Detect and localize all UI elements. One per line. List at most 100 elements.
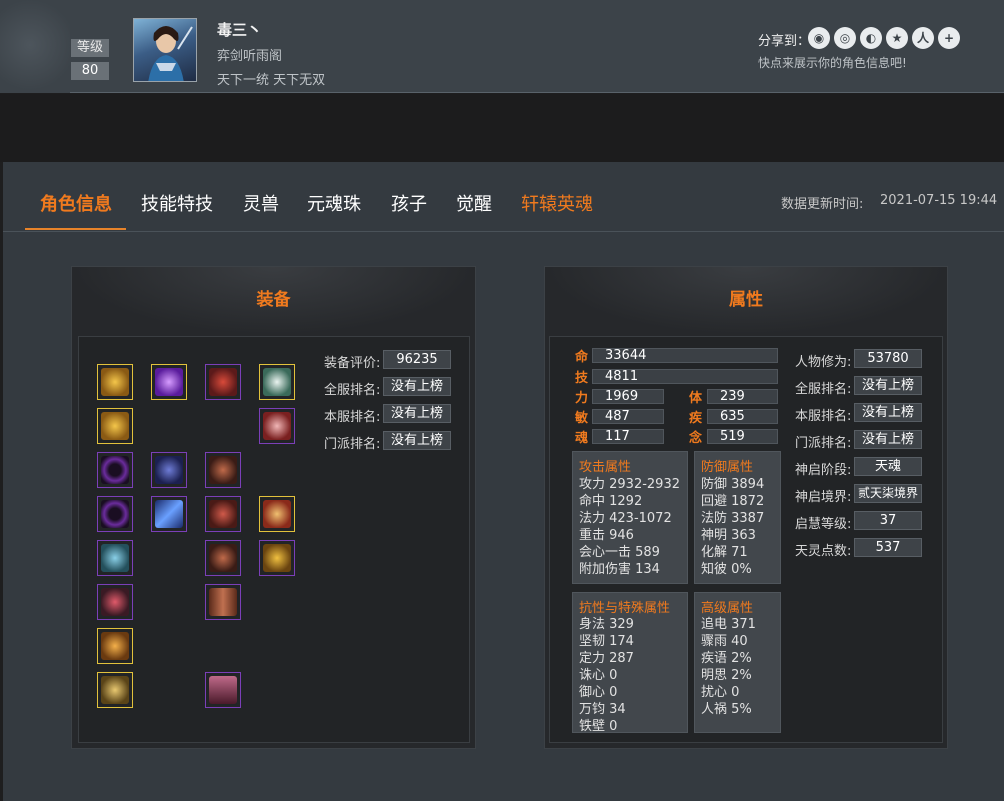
rank-sect-value: 没有上榜: [383, 431, 451, 450]
header-spacer: [0, 94, 1004, 162]
tab-soul-beads[interactable]: 元魂珠: [307, 190, 361, 216]
soul-label: 魂: [575, 431, 589, 446]
equip-slot-hidden-weapon[interactable]: [97, 584, 133, 620]
defense-line: 知彼 0%: [701, 562, 752, 577]
equip-slot-shoulder[interactable]: [151, 452, 187, 488]
rank-server-value: 没有上榜: [383, 404, 451, 423]
renren-icon[interactable]: 人: [912, 27, 934, 49]
attack-line: 附加伤害 134: [579, 562, 660, 577]
score-label: 装备评价:: [324, 356, 381, 371]
rank-sect-value: 没有上榜: [854, 430, 922, 449]
mp-value: 4811: [592, 369, 778, 384]
tab-awakening[interactable]: 觉醒: [456, 190, 492, 216]
active-tab-indicator: [25, 228, 126, 230]
resist-stats-box: 抗性与特殊属性 身法 329 坚韧 174 定力 287 诛心 0 御心 0 万…: [572, 592, 688, 734]
rank-server-label: 本服排名:: [795, 409, 852, 424]
cultivation-label: 人物修为:: [795, 355, 852, 370]
mind-value: 519: [707, 429, 778, 444]
avatar-portrait-icon: [148, 26, 193, 81]
divine-stage-label: 神启阶段:: [795, 463, 852, 478]
tab-children[interactable]: 孩子: [391, 190, 427, 216]
equip-slot-necklace[interactable]: [97, 452, 133, 488]
rank-server-value: 没有上榜: [854, 403, 922, 422]
tab-pets[interactable]: 灵兽: [243, 190, 279, 216]
tab-character-info[interactable]: 角色信息: [40, 190, 112, 216]
equip-slot-armor[interactable]: [205, 452, 241, 488]
advanced-stats-box: 高级属性 追电 371 骤雨 40 疾语 2% 明思 2% 扰心 0 人祸 5%: [694, 592, 781, 733]
con-label: 体: [689, 391, 703, 406]
spd-label: 疾: [689, 411, 703, 426]
hp-value: 33644: [592, 348, 778, 363]
update-time-value: 2021-07-15 19:44: [880, 193, 998, 208]
spd-value: 635: [707, 409, 778, 424]
equip-slot-mount[interactable]: [97, 628, 133, 664]
equip-slot-boots[interactable]: [205, 672, 241, 708]
equip-slot-belt-ring[interactable]: [97, 496, 133, 532]
wisdom-level-value: 37: [854, 511, 922, 530]
spirit-points-value: 537: [854, 538, 922, 557]
share-hint: 快点来展示你的角色信息吧!: [758, 56, 907, 70]
more-plus-icon[interactable]: +: [938, 27, 960, 49]
equip-slot-orb[interactable]: [151, 364, 187, 400]
wisdom-level-label: 启慧等级:: [795, 517, 852, 532]
equip-slot-bracer[interactable]: [97, 540, 133, 576]
defense-stats-box: 防御属性 防御 3894 回避 1872 法防 3387 神明 363 化解 7…: [694, 451, 781, 584]
equip-slot-weapon[interactable]: [151, 496, 187, 532]
advanced-line: 人祸 5%: [701, 702, 752, 717]
weibo-icon[interactable]: ◐: [860, 27, 882, 49]
player-motto: 天下一统 天下无双: [217, 73, 326, 88]
attributes-title: 属性: [729, 290, 763, 310]
equip-slot-helmet[interactable]: [205, 364, 241, 400]
update-time-label: 数据更新时间:: [781, 197, 864, 212]
resist-line: 铁壁 0: [579, 719, 618, 734]
wechat-icon[interactable]: ◉: [808, 27, 830, 49]
equip-slot-gloves[interactable]: [205, 496, 241, 532]
divine-realm-value: 贰天柒境界: [854, 484, 922, 503]
attributes-inner: 命 33644 技 4811 力 1969 体 239 敏 487 疾 635 …: [549, 336, 943, 743]
rank-all-value: 没有上榜: [383, 377, 451, 396]
equip-slot-gauntlet[interactable]: [259, 540, 295, 576]
divine-stage-value: 天魂: [854, 457, 922, 476]
player-guild: 弈剑听雨阁: [217, 49, 283, 64]
equip-slot-mask[interactable]: [259, 408, 295, 444]
con-value: 239: [707, 389, 778, 404]
header-ornament: [0, 0, 70, 93]
character-avatar[interactable]: [133, 18, 197, 82]
mp-label: 技: [575, 371, 589, 386]
divine-realm-label: 神启境界:: [795, 490, 852, 505]
equipment-inner: 装备评价: 96235 全服排名: 没有上榜 本服排名: 没有上榜 门派排名: …: [78, 336, 470, 743]
str-label: 力: [575, 391, 589, 406]
tab-xuanyuan-heroes[interactable]: 轩辕英魂: [521, 190, 593, 216]
score-value: 96235: [383, 350, 451, 369]
attack-stats-box: 攻击属性 攻力 2932-2932 命中 1292 法力 423-1072 重击…: [572, 451, 688, 584]
equipment-panel: 装备 装备评价: 96235 全服排名: 没有上榜 本服排名: 没有上榜 门派排…: [71, 266, 476, 749]
qq-icon[interactable]: ◎: [834, 27, 856, 49]
equip-slot-fashion[interactable]: [97, 672, 133, 708]
equip-slot-wing[interactable]: [259, 364, 295, 400]
equipment-title: 装备: [256, 290, 291, 310]
soul-value: 117: [592, 429, 664, 444]
level-label: 等级: [71, 39, 109, 57]
rank-all-value: 没有上榜: [854, 376, 922, 395]
mind-label: 念: [689, 431, 703, 446]
tab-bar: 角色信息 技能特技 灵兽 元魂珠 孩子 觉醒 轩辕英魂 数据更新时间: 2021…: [3, 162, 1004, 232]
attributes-panel: 属性 命 33644 技 4811 力 1969 体 239 敏 487 疾 6…: [544, 266, 948, 749]
main-content: 角色信息 技能特技 灵兽 元魂珠 孩子 觉醒 轩辕英魂 数据更新时间: 2021…: [3, 162, 1004, 801]
player-name: 毒三丶: [217, 21, 263, 39]
equip-slot-ring-top[interactable]: [97, 408, 133, 444]
equip-slot-legs[interactable]: [205, 584, 241, 620]
tab-skills[interactable]: 技能特技: [141, 190, 213, 216]
str-value: 1969: [592, 389, 664, 404]
rank-sect-label: 门派排名:: [795, 436, 852, 451]
rank-all-label: 全服排名:: [324, 383, 381, 398]
equip-slot-talisman[interactable]: [259, 496, 295, 532]
share-label: 分享到：: [758, 34, 811, 49]
agi-label: 敏: [575, 411, 589, 426]
rank-all-label: 全服排名:: [795, 382, 852, 397]
hp-label: 命: [575, 350, 589, 365]
rank-sect-label: 门派排名:: [324, 437, 381, 452]
qzone-icon[interactable]: ★: [886, 27, 908, 49]
cultivation-value: 53780: [854, 349, 922, 368]
equip-slot-amulet[interactable]: [97, 364, 133, 400]
equip-slot-waist[interactable]: [205, 540, 241, 576]
